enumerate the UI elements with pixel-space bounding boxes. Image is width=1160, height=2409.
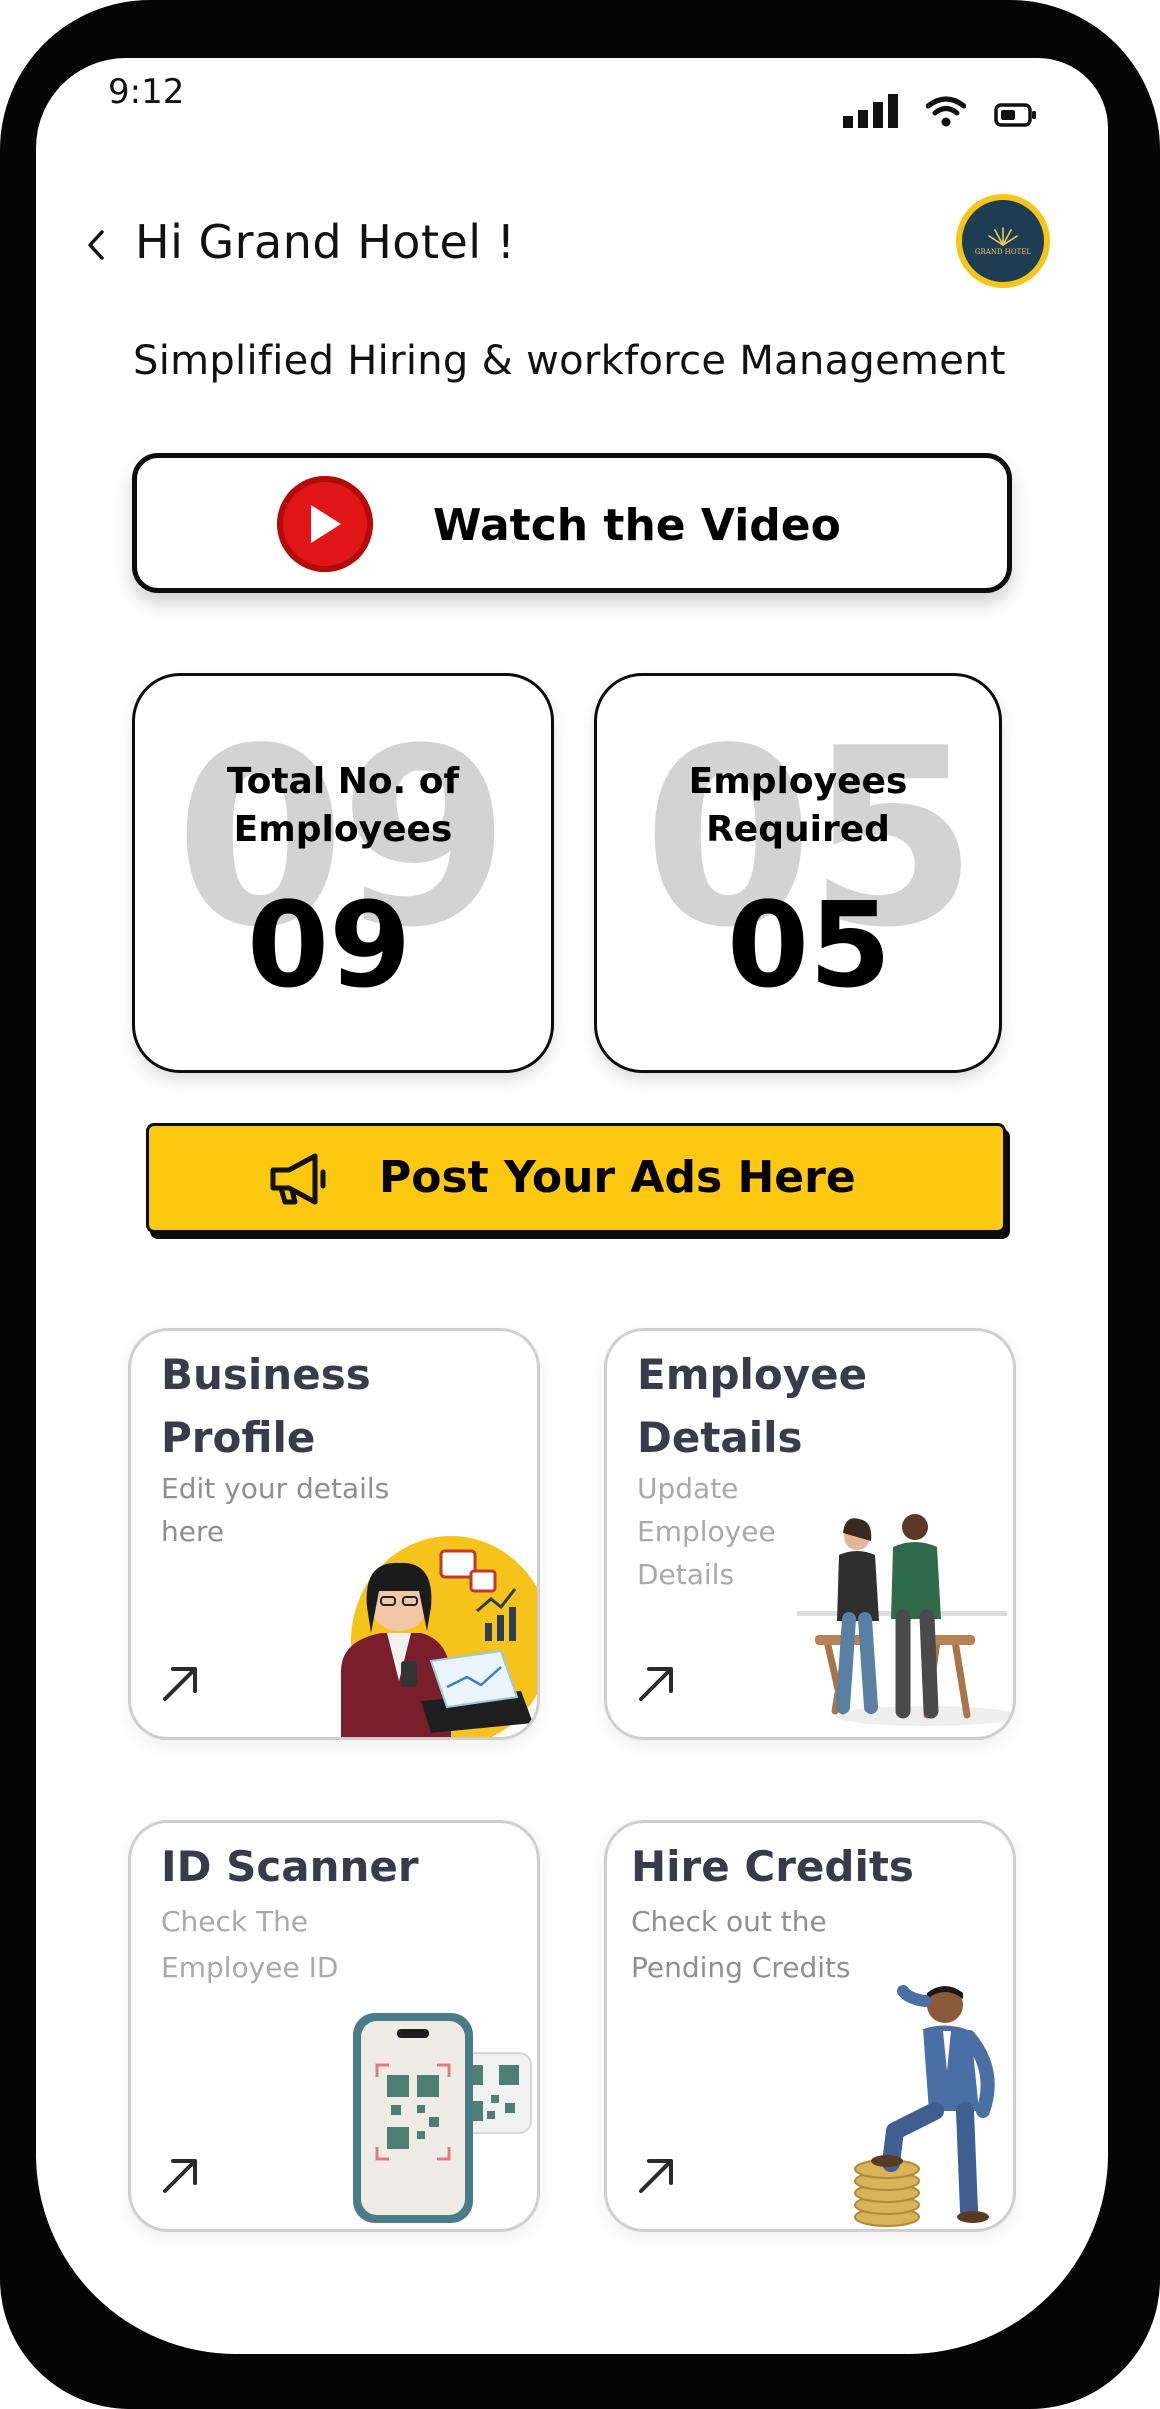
greeting-title: Hi Grand Hotel ! — [135, 215, 516, 269]
stat-title-line2: Employees — [233, 809, 453, 850]
feature-title: Hire Credits — [631, 1842, 914, 1891]
feature-desc: Check The Employee ID — [161, 1905, 339, 1984]
stat-title-line1: Employees — [688, 761, 908, 802]
feature-title: ID Scanner — [161, 1842, 419, 1891]
hotel-logo-avatar[interactable]: GRAND HOTEL — [956, 194, 1050, 288]
phone-qr-illustration — [353, 2013, 532, 2223]
employees-required-card[interactable]: 05 Employees Required 05 — [594, 673, 1002, 1073]
arrow-up-right-icon — [639, 1667, 673, 1701]
business-profile-card[interactable]: Business Profile Edit your details here — [128, 1328, 540, 1740]
phone-screen: 9:12 Hi Grand Hotel ! GRAND HOTEL Simpli… — [36, 58, 1108, 2354]
back-button[interactable] — [68, 217, 124, 273]
wifi-icon — [926, 96, 966, 127]
header: Hi Grand Hotel ! GRAND HOTEL — [36, 193, 1108, 303]
megaphone-icon — [270, 1153, 326, 1205]
businesswoman-illustration — [341, 1536, 537, 1737]
status-time: 9:12 — [108, 72, 185, 112]
battery-icon — [994, 103, 1036, 127]
back-icon — [88, 230, 104, 260]
id-scanner-card[interactable]: ID Scanner Check The Employee ID — [128, 1820, 540, 2232]
stat-value: 05 — [727, 876, 892, 1014]
status-icons — [843, 94, 1038, 128]
watch-video-button[interactable]: Watch the Video — [132, 453, 1012, 593]
stat-title-line2: Required — [706, 809, 890, 850]
feature-title: Business Profile — [161, 1350, 371, 1462]
arrow-up-right-icon — [639, 2159, 673, 2193]
arrow-up-right-icon — [163, 2159, 197, 2193]
stat-title: Total No. of Employees — [135, 758, 551, 854]
post-ads-label: Post Your Ads Here — [379, 1152, 856, 1203]
status-bar: 9:12 — [36, 58, 1108, 168]
hire-credits-card[interactable]: Hire Credits Check out the Pending Credi… — [604, 1820, 1016, 2232]
watch-video-label: Watch the Video — [433, 500, 841, 551]
total-employees-card[interactable]: 09 Total No. of Employees 09 — [132, 673, 554, 1073]
employees-illustration — [797, 1514, 1013, 1726]
arrow-up-right-icon — [163, 1667, 197, 1701]
signal-icon — [843, 94, 898, 128]
logo-text: GRAND HOTEL — [974, 248, 1032, 256]
tagline: Simplified Hiring & workforce Management — [133, 338, 1006, 384]
employee-details-card[interactable]: Employee Details Update Employee Details — [604, 1328, 1016, 1740]
stat-title-line1: Total No. of — [226, 761, 460, 802]
phone-frame: 9:12 Hi Grand Hotel ! GRAND HOTEL Simpli… — [0, 0, 1160, 2409]
stat-title: Employees Required — [597, 758, 999, 854]
post-ads-button[interactable]: Post Your Ads Here — [146, 1123, 1006, 1233]
businessman-coins-illustration — [854, 1985, 995, 2227]
logo-sunburst-icon — [988, 227, 1018, 246]
feature-title: Employee Details — [637, 1350, 868, 1462]
stat-value: 09 — [247, 876, 412, 1014]
play-icon — [277, 476, 373, 572]
